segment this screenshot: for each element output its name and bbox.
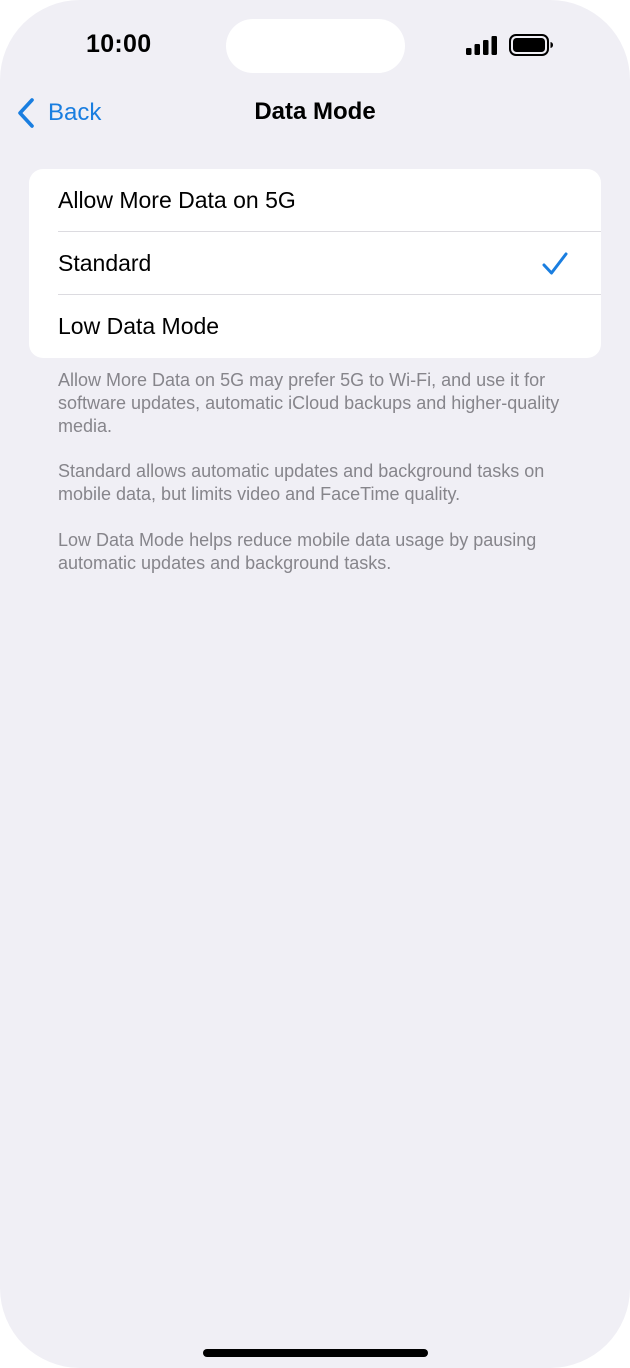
status-time: 10:00 <box>86 30 152 58</box>
cellular-signal-icon <box>466 36 497 55</box>
chevron-left-icon <box>18 98 34 128</box>
option-label: Standard <box>58 250 152 276</box>
phone-screen: 10:00 Back Data Mode Allow More Data on … <box>0 0 630 1368</box>
option-standard[interactable]: Standard <box>29 232 601 295</box>
back-button[interactable]: Back <box>16 94 101 132</box>
option-label: Low Data Mode <box>58 313 220 339</box>
back-button-label: Back <box>48 99 102 126</box>
dynamic-island <box>226 19 405 73</box>
description-allow-more-data: Allow More Data on 5G may prefer 5G to W… <box>58 370 560 436</box>
option-label: Allow More Data on 5G <box>58 187 296 213</box>
home-indicator[interactable] <box>203 1349 428 1357</box>
checkmark-icon <box>542 252 568 275</box>
description-low-data-mode: Low Data Mode helps reduce mobile data u… <box>58 530 537 573</box>
battery-icon <box>509 34 553 56</box>
description-standard: Standard allows automatic updates and ba… <box>58 461 545 504</box>
data-mode-options: Allow More Data on 5G Standard Low Data … <box>29 169 601 358</box>
option-low-data-mode[interactable]: Low Data Mode <box>29 295 601 358</box>
option-allow-more-data-5g[interactable]: Allow More Data on 5G <box>29 169 601 232</box>
